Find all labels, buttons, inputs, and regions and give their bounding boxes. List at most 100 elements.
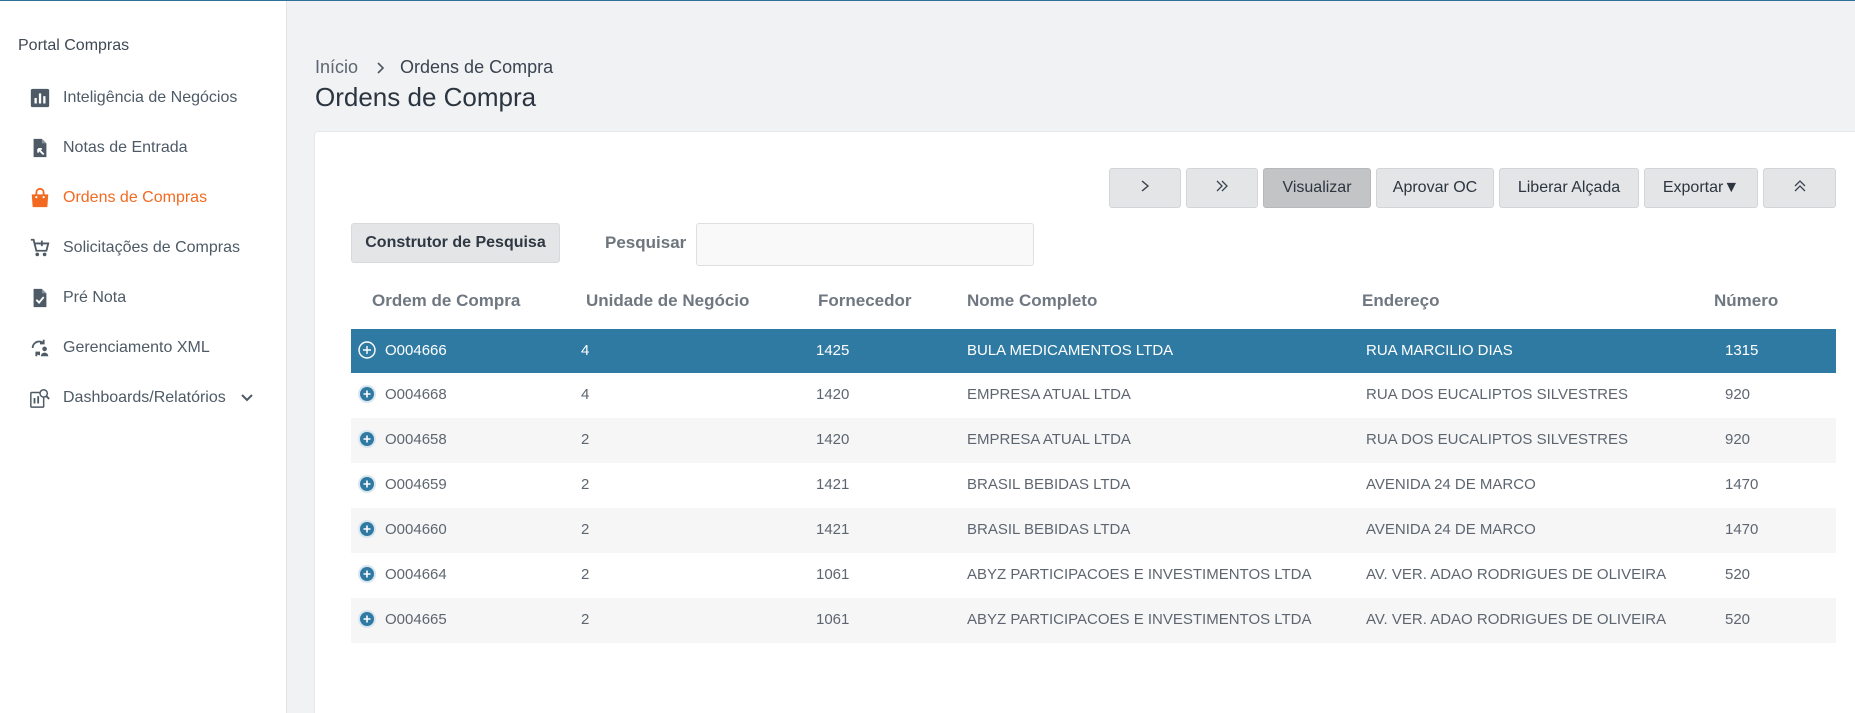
cell-unidade: 4 bbox=[581, 342, 590, 359]
expand-row-icon[interactable] bbox=[357, 429, 377, 449]
cell-nome: EMPRESA ATUAL LTDA bbox=[967, 431, 1131, 448]
chevron-right-icon bbox=[376, 61, 386, 74]
sidebar-item-label: Gerenciamento XML bbox=[63, 339, 210, 356]
document-arrow-icon bbox=[28, 136, 52, 160]
document-check-icon bbox=[28, 286, 52, 310]
table-row[interactable]: O004664 2 1061 ABYZ PARTICIPACOES E INVE… bbox=[351, 553, 1836, 598]
cell-unidade: 2 bbox=[581, 611, 590, 628]
chevron-down-icon[interactable] bbox=[240, 391, 254, 405]
cell-ordem: O004665 bbox=[385, 611, 447, 628]
breadcrumb-current: Ordens de Compra bbox=[400, 57, 554, 77]
table-header: Ordem de Compra Unidade de Negócio Forne… bbox=[351, 283, 1836, 325]
double-chevron-up-icon bbox=[1793, 178, 1807, 199]
expand-row-icon[interactable] bbox=[357, 564, 377, 584]
column-header[interactable]: Unidade de Negócio bbox=[586, 291, 749, 311]
column-header[interactable]: Número bbox=[1714, 291, 1778, 311]
cell-numero: 520 bbox=[1725, 566, 1751, 583]
shopping-bag-icon bbox=[28, 186, 52, 210]
collapse-button[interactable] bbox=[1763, 168, 1836, 208]
expand-row-icon[interactable] bbox=[357, 340, 377, 360]
table-row[interactable]: O004666 4 1425 BULA MEDICAMENTOS LTDA RU… bbox=[351, 329, 1836, 373]
cell-numero: 1315 bbox=[1725, 342, 1759, 359]
table-row[interactable]: O004665 2 1061 ABYZ PARTICIPACOES E INVE… bbox=[351, 598, 1836, 643]
cell-fornecedor: 1420 bbox=[816, 431, 850, 448]
approve-oc-button[interactable]: Aprovar OC bbox=[1376, 168, 1494, 208]
cell-nome: ABYZ PARTICIPACOES E INVESTIMENTOS LTDA bbox=[967, 611, 1312, 628]
cell-unidade: 2 bbox=[581, 521, 590, 538]
cell-unidade: 2 bbox=[581, 566, 590, 583]
cell-ordem: O004668 bbox=[385, 386, 447, 403]
sidebar-item-gerenciamento-xml[interactable]: Gerenciamento XML bbox=[0, 323, 287, 373]
next-page-button[interactable] bbox=[1109, 168, 1181, 208]
cell-endereco: RUA MARCILIO DIAS bbox=[1366, 342, 1513, 359]
cell-unidade: 4 bbox=[581, 386, 590, 403]
cell-fornecedor: 1420 bbox=[816, 386, 850, 403]
cell-endereco: AV. VER. ADAO RODRIGUES DE OLIVEIRA bbox=[1366, 566, 1667, 583]
sidebar-item-inteligencia[interactable]: Inteligência de Negócios bbox=[0, 73, 287, 123]
column-header[interactable]: Endereço bbox=[1362, 291, 1439, 311]
table-row[interactable]: O004658 2 1420 EMPRESA ATUAL LTDA RUA DO… bbox=[351, 418, 1836, 463]
table-row[interactable]: O004668 4 1420 EMPRESA ATUAL LTDA RUA DO… bbox=[351, 373, 1836, 418]
column-header[interactable]: Fornecedor bbox=[818, 291, 912, 311]
sidebar: Portal Compras Inteligência de Negócios … bbox=[0, 1, 287, 713]
release-alcada-button[interactable]: Liberar Alçada bbox=[1499, 168, 1639, 208]
search-label: Pesquisar bbox=[605, 233, 687, 252]
cell-ordem: O004664 bbox=[385, 566, 447, 583]
cell-nome: ABYZ PARTICIPACOES E INVESTIMENTOS LTDA bbox=[967, 566, 1312, 583]
table-row[interactable]: O004660 2 1421 BRASIL BEBIDAS LTDA AVENI… bbox=[351, 508, 1836, 553]
cell-endereco: AVENIDA 24 DE MARCO bbox=[1366, 476, 1536, 493]
chevron-right-icon bbox=[1139, 179, 1151, 198]
sidebar-item-pre-nota[interactable]: Pré Nota bbox=[0, 273, 287, 323]
cell-endereco: AV. VER. ADAO RODRIGUES DE OLIVEIRA bbox=[1366, 611, 1667, 628]
sidebar-title: Portal Compras bbox=[18, 37, 130, 54]
table-body: O004666 4 1425 BULA MEDICAMENTOS LTDA RU… bbox=[351, 329, 1836, 643]
cell-fornecedor: 1425 bbox=[816, 342, 850, 359]
sidebar-item-label: Pré Nota bbox=[63, 289, 127, 306]
cell-fornecedor: 1421 bbox=[816, 476, 850, 493]
sidebar-item-dashboards[interactable]: Dashboards/Relatórios bbox=[0, 373, 287, 423]
cell-ordem: O004660 bbox=[385, 521, 447, 538]
last-page-button[interactable] bbox=[1186, 168, 1258, 208]
expand-row-icon[interactable] bbox=[357, 384, 377, 404]
expand-row-icon[interactable] bbox=[357, 609, 377, 629]
expand-row-icon[interactable] bbox=[357, 474, 377, 494]
export-button[interactable]: Exportar▼ bbox=[1644, 168, 1758, 208]
cell-fornecedor: 1061 bbox=[816, 566, 850, 583]
cell-ordem: O004658 bbox=[385, 431, 447, 448]
cell-numero: 520 bbox=[1725, 611, 1751, 628]
visualize-button[interactable]: Visualizar bbox=[1263, 168, 1371, 208]
double-chevron-right-icon bbox=[1214, 179, 1230, 198]
cell-ordem: O004666 bbox=[385, 342, 447, 359]
cell-unidade: 2 bbox=[581, 431, 590, 448]
breadcrumb-home-link[interactable]: Início bbox=[315, 57, 358, 78]
column-header[interactable]: Nome Completo bbox=[967, 291, 1097, 311]
column-header[interactable]: Ordem de Compra bbox=[372, 291, 520, 311]
sidebar-item-label: Dashboards/Relatórios bbox=[63, 389, 226, 406]
sidebar-item-solicitacoes[interactable]: Solicitações de Compras bbox=[0, 223, 287, 273]
cell-endereco: AVENIDA 24 DE MARCO bbox=[1366, 521, 1536, 538]
table-row[interactable]: O004659 2 1421 BRASIL BEBIDAS LTDA AVENI… bbox=[351, 463, 1836, 508]
sidebar-item-notas-entrada[interactable]: Notas de Entrada bbox=[0, 123, 287, 173]
cell-numero: 1470 bbox=[1725, 521, 1759, 538]
cell-ordem: O004659 bbox=[385, 476, 447, 493]
search-input[interactable] bbox=[696, 223, 1034, 266]
sidebar-item-label: Notas de Entrada bbox=[63, 139, 188, 156]
sidebar-item-label: Solicitações de Compras bbox=[63, 239, 240, 256]
dashboard-search-icon bbox=[28, 386, 52, 410]
cell-unidade: 2 bbox=[581, 476, 590, 493]
cell-numero: 920 bbox=[1725, 386, 1751, 403]
sync-person-icon bbox=[28, 336, 52, 360]
page-title: Ordens de Compra bbox=[315, 82, 537, 112]
breadcrumb: Início Ordens de Compra bbox=[315, 57, 553, 78]
sidebar-item-label: Ordens de Compras bbox=[63, 189, 208, 206]
expand-row-icon[interactable] bbox=[357, 519, 377, 539]
search-builder-button[interactable]: Construtor de Pesquisa bbox=[351, 223, 560, 263]
cell-fornecedor: 1061 bbox=[816, 611, 850, 628]
sidebar-nav: Inteligência de Negócios Notas de Entrad… bbox=[0, 73, 287, 423]
cell-nome: EMPRESA ATUAL LTDA bbox=[967, 386, 1131, 403]
sidebar-item-label: Inteligência de Negócios bbox=[63, 89, 238, 106]
sidebar-item-ordens-compras[interactable]: Ordens de Compras bbox=[0, 173, 287, 223]
cell-nome: BRASIL BEBIDAS LTDA bbox=[967, 521, 1131, 538]
cell-endereco: RUA DOS EUCALIPTOS SILVESTRES bbox=[1366, 431, 1629, 448]
cell-nome: BRASIL BEBIDAS LTDA bbox=[967, 476, 1131, 493]
